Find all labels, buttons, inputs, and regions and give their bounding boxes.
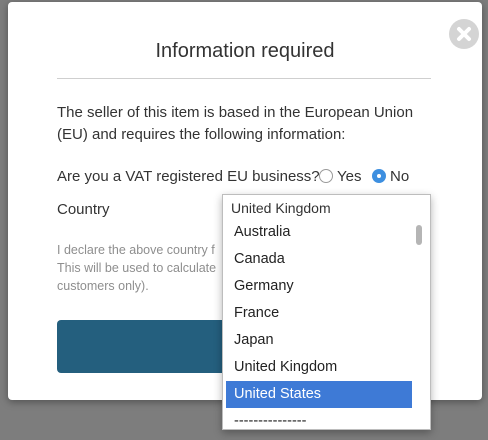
country-select-value[interactable]: United Kingdom (231, 199, 331, 217)
country-option-separator: --------------- (234, 413, 307, 429)
vat-yes-label[interactable]: Yes (337, 167, 361, 187)
country-option[interactable]: Japan (226, 327, 412, 354)
country-select-dropdown[interactable]: United Kingdom Australia Canada Germany … (222, 194, 431, 430)
vat-no-radio[interactable] (372, 169, 386, 183)
country-option[interactable]: Canada (226, 246, 412, 273)
declaration-line: This will be used to calculate (57, 261, 217, 275)
vat-question-row: Are you a VAT registered EU business? Ye… (57, 167, 457, 187)
country-option[interactable]: France (226, 300, 412, 327)
vat-question: Are you a VAT registered EU business? (57, 168, 320, 185)
intro-text: The seller of this item is based in the … (57, 104, 414, 143)
declaration-text: I declare the above country f This will … (57, 241, 232, 295)
dialog-title: Information required (155, 40, 335, 62)
declaration-line: I declare the above country f (57, 243, 215, 257)
title-divider (57, 78, 431, 79)
declaration-line: customers only). (57, 279, 149, 293)
country-option[interactable]: United Kingdom (226, 354, 412, 381)
country-option[interactable]: Australia (226, 219, 412, 246)
vat-no-label[interactable]: No (390, 167, 409, 187)
country-options-list[interactable]: Australia Canada Germany France Japan Un… (226, 219, 412, 429)
dropdown-scrollbar[interactable] (416, 225, 422, 245)
vat-yes-radio[interactable] (319, 169, 333, 183)
country-option[interactable]: Germany (226, 273, 412, 300)
country-label: Country (57, 201, 110, 218)
country-option-highlighted[interactable]: United States (226, 381, 412, 408)
